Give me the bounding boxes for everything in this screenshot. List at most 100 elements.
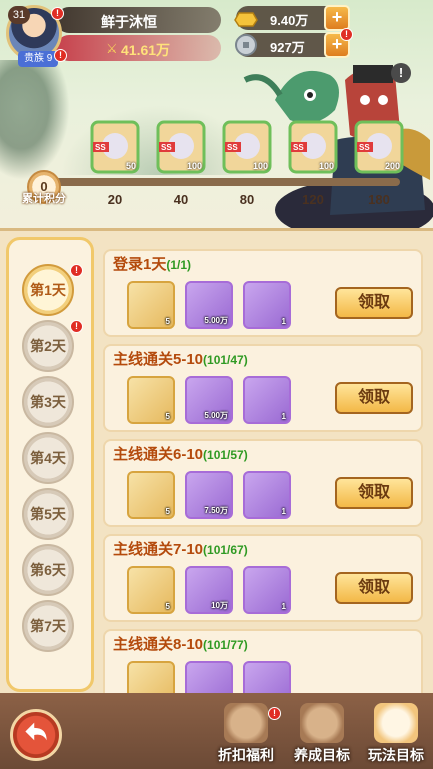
player-info-panel[interactable]: 鲜于沐恒 ⚔ 41.61万 31 贵族 9 ! ! <box>6 5 221 67</box>
milestone-reward-count: 50 <box>125 161 136 171</box>
reward-count: 7.50万 <box>204 506 228 515</box>
task-progress: (101/77) <box>203 638 248 652</box>
reward-crystal-orb[interactable]: 1 <box>243 281 291 329</box>
milestone-reward-count: 100 <box>186 161 202 171</box>
clan-label: 贵族 <box>24 53 44 64</box>
milestone-reward-count: 200 <box>384 161 400 171</box>
task-title: 主线通关7-10(101/67) <box>113 538 248 559</box>
reward-crystal-orb[interactable]: 1 <box>243 376 291 424</box>
nav-gameplay-target[interactable]: 玩法目标 <box>362 697 430 767</box>
day-1-alert-icon: ! <box>70 264 83 277</box>
svg-text:SS: SS <box>227 143 238 152</box>
gold-amount: 9.40万 <box>270 13 309 28</box>
nav-label: 折扣福利 <box>218 747 274 763</box>
task-title-text: 主线通关6-10 <box>113 446 204 463</box>
task-card: 主线通关5-10(101/47) 5 5.00万 1 领取 <box>103 344 423 432</box>
reward-count: 5.00万 <box>204 316 228 325</box>
milestone-value: 20 <box>107 192 123 207</box>
day-2-alert-icon: ! <box>70 320 83 333</box>
reward-exp-book[interactable]: 5.00万 <box>185 281 233 329</box>
task-card: 主线通关6-10(101/57) 5 7.50万 1 领取 <box>103 439 423 527</box>
reward-count: 1 <box>281 602 286 611</box>
player-power: 41.61万 <box>121 42 171 58</box>
clan-alert-icon: ! <box>54 49 67 62</box>
milestone-progress-track <box>30 178 400 186</box>
milestone-value: 120 <box>302 192 324 207</box>
tab-day-6[interactable]: 第6天 <box>22 544 74 596</box>
task-progress: (101/47) <box>203 353 248 367</box>
clan-badge: 贵族 9 <box>18 51 59 67</box>
reward-hero-card[interactable]: 5 <box>127 281 175 329</box>
reward-crystal-orb[interactable] <box>243 661 291 694</box>
task-title-text: 主线通关7-10 <box>113 541 204 558</box>
score-label: 累计积分 <box>22 193 66 205</box>
reward-count: 5 <box>165 602 170 611</box>
discount-gift-icon <box>224 703 268 743</box>
reward-crystal-orb[interactable]: 1 <box>243 566 291 614</box>
milestone-reward-count: 100 <box>318 161 334 171</box>
tab-day-5[interactable]: 第5天 <box>22 488 74 540</box>
task-list[interactable]: 登录1天(1/1) 5 5.00万 1 领取 主线通关5-10(101/47) … <box>100 249 426 694</box>
discount-alert-icon: ! <box>268 707 281 720</box>
nav-growth-target[interactable]: 养成目标 <box>288 697 356 767</box>
day-tab-column: 第1天 ! 第2天 ! 第3天 第4天 第5天 第6天 第7天 <box>6 237 94 692</box>
claim-button[interactable]: 领取 <box>335 287 413 319</box>
task-progress: (1/1) <box>166 258 192 272</box>
avatar-alert-icon: ! <box>51 7 64 20</box>
svg-text:SS: SS <box>359 143 370 152</box>
back-button[interactable] <box>10 709 62 761</box>
task-title: 主线通关5-10(101/47) <box>113 348 248 369</box>
reward-count: 5 <box>165 317 170 326</box>
reward-hero-card[interactable]: 5 <box>127 471 175 519</box>
tab-day-7[interactable]: 第7天 <box>22 600 74 652</box>
task-card: 主线通关7-10(101/67) 5 10万 1 领取 <box>103 534 423 622</box>
bottom-nav-bar: 折扣福利 ! 养成目标 玩法目标 <box>0 693 433 769</box>
currency-alert-icon: ! <box>340 28 353 41</box>
player-level-badge: 31 <box>8 6 30 24</box>
svg-text:SS: SS <box>95 143 106 152</box>
reward-count: 1 <box>281 317 286 326</box>
reward-exp-book[interactable]: 7.50万 <box>185 471 233 519</box>
gameplay-target-icon <box>374 703 418 743</box>
task-title: 主线通关6-10(101/57) <box>113 443 248 464</box>
reward-exp-book[interactable] <box>185 661 233 694</box>
milestone-reward-3[interactable]: SS 100 <box>222 120 272 174</box>
reward-exp-book[interactable]: 5.00万 <box>185 376 233 424</box>
reward-hero-card[interactable]: 5 <box>127 661 175 694</box>
tab-day-2[interactable]: 第2天 <box>22 320 74 372</box>
reward-count: 10万 <box>211 601 228 610</box>
nav-label: 养成目标 <box>294 747 350 763</box>
claim-button[interactable]: 领取 <box>335 477 413 509</box>
gold-currency: 9.40万 + <box>234 5 350 31</box>
tab-day-3[interactable]: 第3天 <box>22 376 74 428</box>
milestone-value: 40 <box>173 192 189 207</box>
milestone-reward-5[interactable]: SS 200 <box>354 120 404 174</box>
crossed-swords-icon: ⚔ <box>106 41 118 56</box>
milestone-reward-1[interactable]: SS 50 <box>90 120 140 174</box>
info-button[interactable]: ! <box>391 63 411 83</box>
back-arrow-icon <box>25 722 47 741</box>
claim-button[interactable]: 领取 <box>335 382 413 414</box>
milestone-reward-2[interactable]: SS 100 <box>156 120 206 174</box>
svg-text:SS: SS <box>161 143 172 152</box>
claim-button[interactable]: 领取 <box>335 572 413 604</box>
milestone-reward-4[interactable]: SS 100 <box>288 120 338 174</box>
reward-count: 1 <box>281 412 286 421</box>
svg-text:SS: SS <box>293 143 304 152</box>
reward-hero-card[interactable]: 5 <box>127 376 175 424</box>
silver-amount: 927万 <box>270 40 305 55</box>
task-title-text: 主线通关5-10 <box>113 351 204 368</box>
reward-count: 1 <box>281 507 286 516</box>
reward-crystal-orb[interactable]: 1 <box>243 471 291 519</box>
reward-count: 5.00万 <box>204 411 228 420</box>
tab-day-4[interactable]: 第4天 <box>22 432 74 484</box>
task-progress: (101/67) <box>203 543 248 557</box>
reward-hero-card[interactable]: 5 <box>127 566 175 614</box>
silver-currency: 927万 + <box>235 32 350 58</box>
milestone-value: 180 <box>368 192 390 207</box>
task-card: 主线通关8-10(101/77) 5 <box>103 629 423 694</box>
gold-ingot-icon <box>234 12 258 27</box>
tab-day-1[interactable]: 第1天 <box>22 264 74 316</box>
task-title-text: 登录1天 <box>113 256 167 273</box>
reward-exp-book[interactable]: 10万 <box>185 566 233 614</box>
